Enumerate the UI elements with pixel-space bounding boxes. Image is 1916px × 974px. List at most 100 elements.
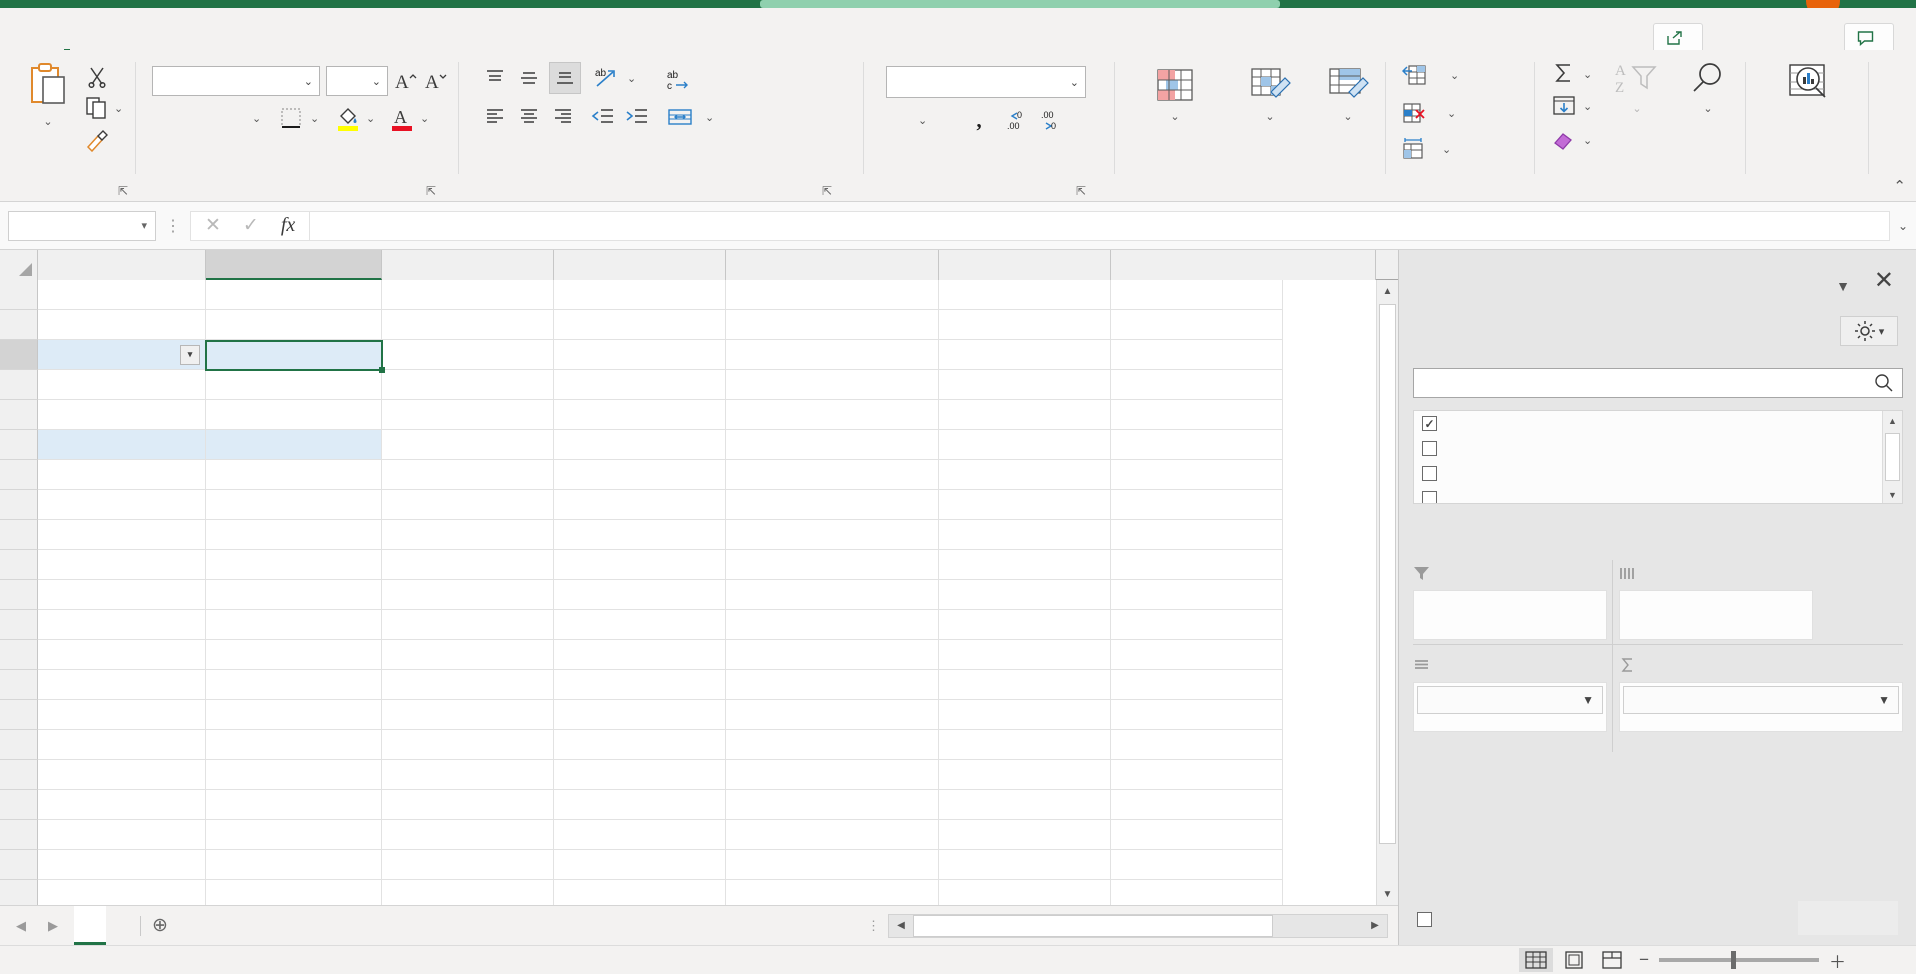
cell-f7[interactable] <box>939 460 1111 490</box>
cell-b9[interactable] <box>206 520 382 550</box>
sheet-tab-sheet1[interactable] <box>74 906 106 945</box>
cell-a16[interactable] <box>38 730 206 760</box>
cell-c10[interactable] <box>382 550 554 580</box>
row-header-5[interactable] <box>0 400 38 430</box>
insert-cells-button[interactable]: ⌄ <box>1402 64 1459 86</box>
bold-button[interactable] <box>152 104 180 132</box>
cell-e13[interactable] <box>726 640 939 670</box>
merge-center-chevron-down-icon[interactable]: ⌄ <box>705 111 714 124</box>
decrease-decimal-button[interactable]: .00 0 <box>1036 106 1068 134</box>
cell-g16[interactable] <box>1111 730 1283 760</box>
cell-g6[interactable] <box>1111 430 1283 460</box>
cell-g13[interactable] <box>1111 640 1283 670</box>
format-painter-button[interactable] <box>82 126 112 154</box>
cell-f4[interactable] <box>939 370 1111 400</box>
tab-insert[interactable] <box>86 16 124 50</box>
cell-g11[interactable] <box>1111 580 1283 610</box>
format-cells-button[interactable]: ⌄ <box>1402 138 1451 160</box>
orientation-chevron-down-icon[interactable]: ⌄ <box>627 72 636 85</box>
column-header-f[interactable] <box>939 250 1111 280</box>
analyze-data-button[interactable] <box>1766 62 1848 105</box>
cell-d10[interactable] <box>554 550 726 580</box>
page-break-view-button[interactable] <box>1595 948 1629 972</box>
cell-b15[interactable] <box>206 700 382 730</box>
cell-g12[interactable] <box>1111 610 1283 640</box>
currency-button[interactable] <box>888 106 912 134</box>
cell-b16[interactable] <box>206 730 382 760</box>
rows-field-supplier[interactable]: ▼ <box>1417 686 1603 714</box>
row-labels-filter-button[interactable]: ▾ <box>180 344 200 365</box>
sheet-nav-prev-icon[interactable]: ◀ <box>16 918 26 934</box>
cell-c7[interactable] <box>382 460 554 490</box>
cell-styles-button[interactable]: ⌄ <box>1313 66 1383 126</box>
row-header-8[interactable] <box>0 490 38 520</box>
cell-a6[interactable] <box>38 430 206 460</box>
cell-b3[interactable] <box>206 340 382 370</box>
column-header-c[interactable] <box>382 250 554 280</box>
number-format-chevron-down-icon[interactable]: ⌄ <box>1066 76 1079 89</box>
name-box[interactable]: ▾ <box>8 210 156 241</box>
row-header-3[interactable] <box>0 340 38 370</box>
row-header-19[interactable] <box>0 820 38 850</box>
align-middle-button[interactable] <box>515 64 543 92</box>
vertical-scroll-thumb[interactable] <box>1379 304 1396 844</box>
align-bottom-button[interactable] <box>549 62 581 94</box>
cell-e18[interactable] <box>726 790 939 820</box>
collapse-ribbon-button[interactable]: ⌃ <box>1893 177 1906 195</box>
cell-c17[interactable] <box>382 760 554 790</box>
cell-g18[interactable] <box>1111 790 1283 820</box>
cell-e8[interactable] <box>726 490 939 520</box>
tab-page-layout[interactable] <box>162 16 200 50</box>
wrap-text-button[interactable]: ab c <box>667 68 699 92</box>
merge-center-button[interactable]: ⌄ <box>667 106 714 128</box>
format-chevron-down-icon[interactable]: ⌄ <box>1442 143 1451 156</box>
row-header-17[interactable] <box>0 760 38 790</box>
cell-f17[interactable] <box>939 760 1111 790</box>
clear-chevron-down-icon[interactable]: ⌄ <box>1583 134 1592 147</box>
field-list-scroll-thumb[interactable] <box>1885 433 1900 481</box>
fill-button[interactable] <box>1549 92 1579 120</box>
row-header-1[interactable] <box>0 280 38 310</box>
cell-f6[interactable] <box>939 430 1111 460</box>
cell-a3[interactable]: ▾ <box>38 340 206 370</box>
format-as-table-chevron-down-icon[interactable]: ⌄ <box>1265 111 1274 123</box>
cell-e3[interactable] <box>726 340 939 370</box>
font-color-chevron-down-icon[interactable]: ⌄ <box>420 112 429 125</box>
tab-help[interactable] <box>352 16 390 50</box>
cell-b10[interactable] <box>206 550 382 580</box>
cell-e17[interactable] <box>726 760 939 790</box>
columns-drop-zone[interactable] <box>1619 590 1813 640</box>
cell-g4[interactable] <box>1111 370 1283 400</box>
row-header-9[interactable] <box>0 520 38 550</box>
filters-drop-zone[interactable] <box>1413 590 1607 640</box>
autosum-chevron-down-icon[interactable]: ⌄ <box>1583 68 1592 81</box>
close-icon[interactable]: ✕ <box>205 214 221 237</box>
formula-input[interactable] <box>309 210 1890 241</box>
field-checkbox-item-cost[interactable] <box>1422 491 1437 503</box>
cut-button[interactable] <box>84 64 110 90</box>
copy-button[interactable] <box>82 94 112 122</box>
row-header-20[interactable] <box>0 850 38 880</box>
field-item-item-number[interactable] <box>1414 436 1902 461</box>
tab-file[interactable] <box>10 16 48 50</box>
cell-g2[interactable] <box>1111 310 1283 340</box>
cell-g1[interactable] <box>1111 280 1283 310</box>
cell-g7[interactable] <box>1111 460 1283 490</box>
cell-c9[interactable] <box>382 520 554 550</box>
cell-c1[interactable] <box>382 280 554 310</box>
fx-icon[interactable]: fx <box>281 214 295 237</box>
comments-button[interactable] <box>1844 23 1894 53</box>
field-item-supplier[interactable]: ✓ <box>1414 411 1902 436</box>
zoom-out-button[interactable]: − <box>1639 950 1649 970</box>
format-as-table-button[interactable]: ⌄ <box>1227 66 1313 126</box>
cell-g15[interactable] <box>1111 700 1283 730</box>
expand-formula-bar-button[interactable]: ⌄ <box>1890 219 1916 233</box>
cell-d20[interactable] <box>554 850 726 880</box>
cell-a11[interactable] <box>38 580 206 610</box>
clear-button[interactable] <box>1549 126 1579 154</box>
increase-indent-button[interactable] <box>623 102 651 130</box>
tab-view[interactable] <box>314 16 352 50</box>
cell-f2[interactable] <box>939 310 1111 340</box>
columns-area[interactable] <box>1619 560 1813 640</box>
cell-c8[interactable] <box>382 490 554 520</box>
